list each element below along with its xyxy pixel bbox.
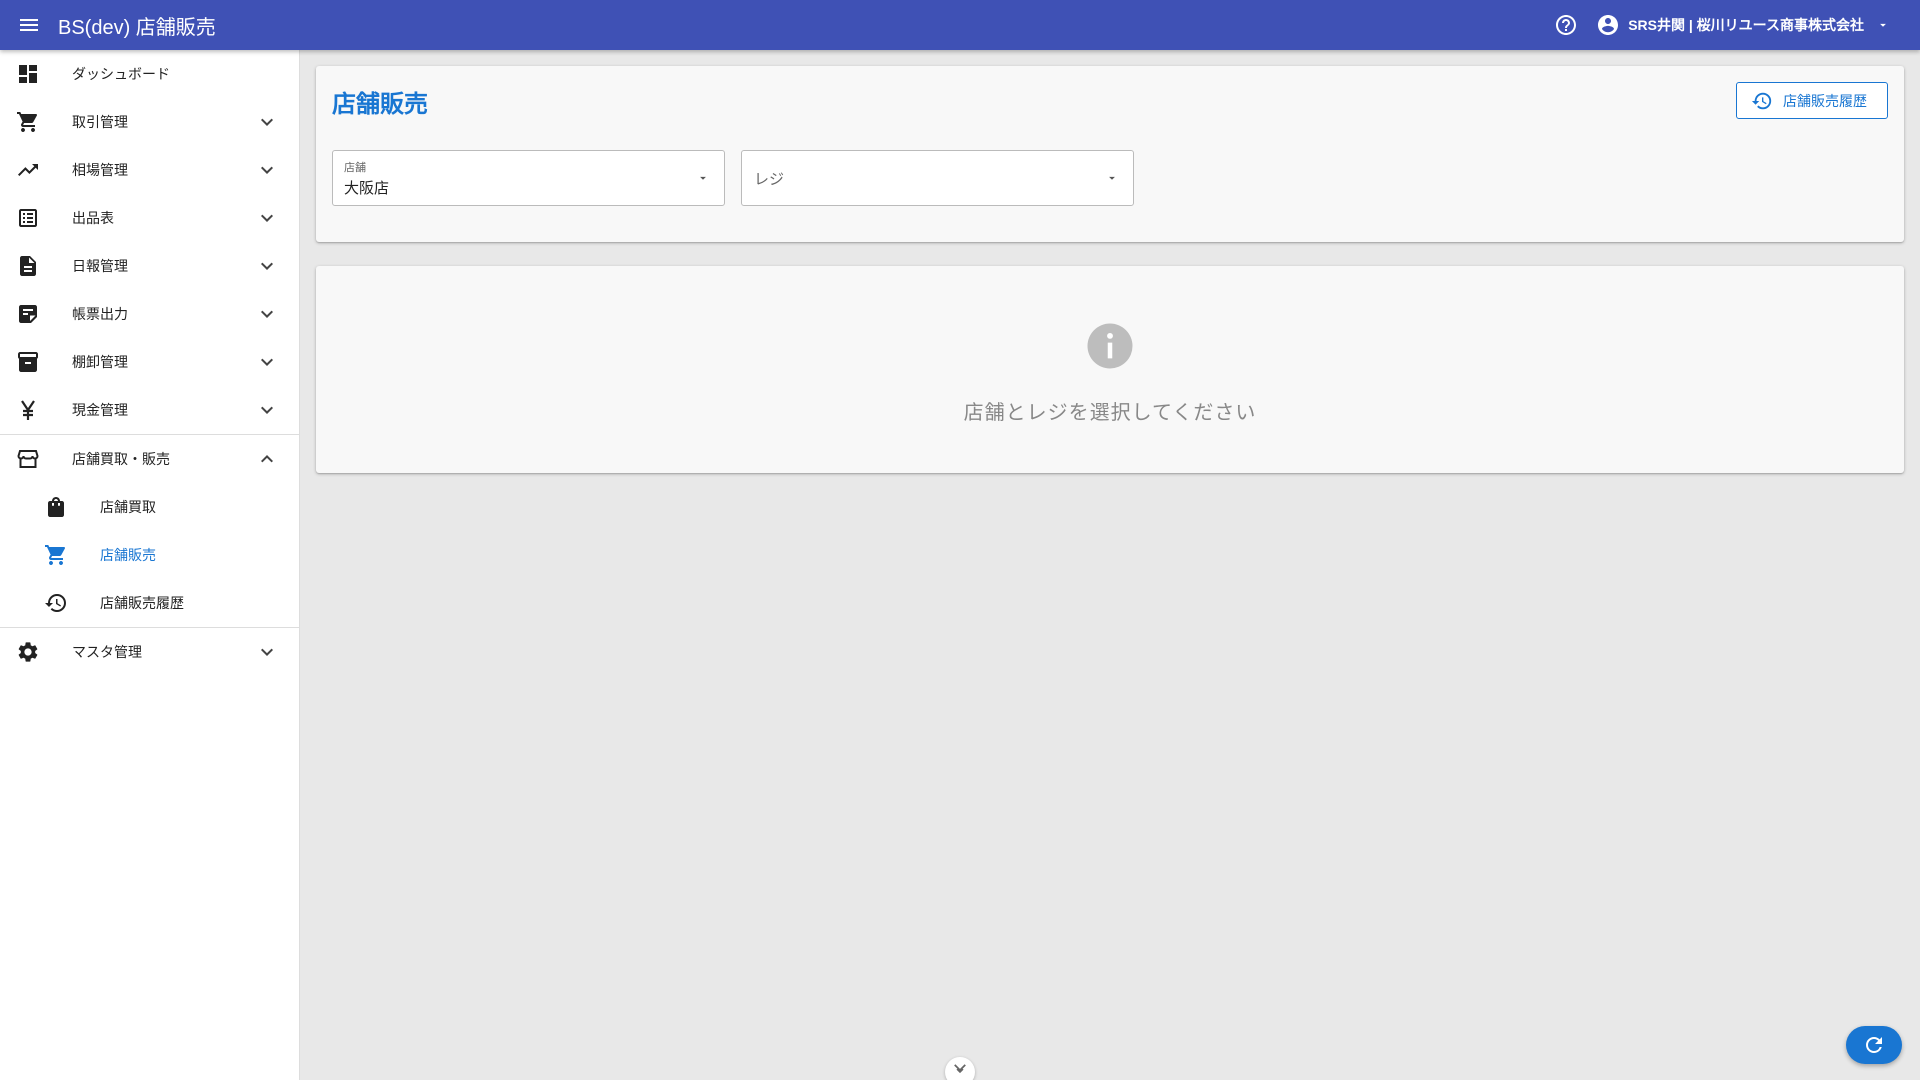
help-circle-icon (1556, 15, 1577, 35)
page-title: 店舗販売 (332, 91, 428, 118)
sidebar-item-label: 帳票出力 (72, 306, 128, 322)
app-bar: BS(dev) 店舗販売 SRS井関 | 桜川リユース商事株式会社 (0, 0, 1920, 50)
trending-up-icon (16, 158, 40, 182)
store-select-value: 大阪店 (344, 180, 390, 197)
sidebar-item-label: 出品表 (72, 210, 114, 226)
sidebar-item-store-buy-sell[interactable]: 店舗買取・販売 (0, 435, 299, 483)
sidebar-item-dashboard[interactable]: ダッシュボード (0, 50, 299, 98)
sidebar-item-cash[interactable]: 現金管理 (0, 386, 299, 434)
dashboard-icon (16, 62, 40, 86)
scroll-down-button[interactable] (945, 1057, 975, 1080)
account-name: SRS井関 | 桜川リユース商事株式会社 (1628, 17, 1864, 33)
sidebar-item-forms[interactable]: 帳票出力 (0, 290, 299, 338)
chevron-up-icon (255, 447, 279, 471)
document-icon (16, 254, 40, 278)
info-icon (1087, 323, 1133, 369)
report-icon (16, 302, 40, 326)
sidebar-item-daily-report[interactable]: 日報管理 (0, 242, 299, 290)
sidebar-subitem-store-sales[interactable]: 店舗販売 (0, 531, 299, 579)
gear-icon (16, 640, 40, 664)
chevron-down-icon (255, 302, 279, 326)
menu-button[interactable] (0, 0, 58, 50)
sidebar-item-label: 日報管理 (72, 258, 128, 274)
store-select[interactable]: 店舗 大阪店 (332, 150, 725, 206)
chevron-down-icon (255, 350, 279, 374)
refresh-icon (1866, 1037, 1882, 1053)
info-message: 店舗とレジを選択してください (963, 402, 1257, 424)
menu-icon (20, 19, 38, 31)
chevron-down-icon (255, 640, 279, 664)
sidebar-item-label: 店舗販売 (100, 547, 156, 563)
chevron-down-icon (255, 206, 279, 230)
cart-icon (44, 543, 68, 567)
sidebar-subitem-store-purchase[interactable]: 店舗買取 (0, 483, 299, 531)
sidebar: ダッシュボード 取引管理 相場管理 出品表 日報管理 帳票出力 棚卸管理 現金管… (0, 50, 300, 1080)
cart-icon (16, 110, 40, 134)
app-title: BS(dev) 店舗販売 (58, 16, 216, 39)
sidebar-item-listing[interactable]: 出品表 (0, 194, 299, 242)
sidebar-item-master[interactable]: マスタ管理 (0, 628, 299, 676)
sales-history-button-label: 店舗販売履歴 (1783, 92, 1867, 109)
account-menu[interactable]: SRS井関 | 桜川リユース商事株式会社 (1596, 5, 1890, 45)
sidebar-item-label: 相場管理 (72, 162, 128, 178)
sidebar-item-label: マスタ管理 (72, 644, 142, 660)
chevron-down-icon (255, 254, 279, 278)
archive-icon (16, 350, 40, 374)
register-select-placeholder: レジ (754, 171, 785, 188)
sidebar-item-label: 店舗買取・販売 (72, 451, 170, 467)
sidebar-item-label: 取引管理 (72, 114, 128, 130)
sidebar-item-label: 店舗買取 (100, 499, 156, 515)
yen-icon (16, 398, 40, 422)
caret-down-icon (696, 171, 710, 185)
sidebar-item-label: 棚卸管理 (72, 354, 128, 370)
sales-history-button[interactable]: 店舗販売履歴 (1736, 82, 1888, 119)
sidebar-item-label: ダッシュボード (72, 66, 170, 82)
info-card: 店舗とレジを選択してください (316, 266, 1904, 473)
history-icon (44, 591, 68, 615)
account-circle-icon (1598, 15, 1619, 35)
sidebar-item-market[interactable]: 相場管理 (0, 146, 299, 194)
caret-down-icon (1105, 171, 1119, 185)
chevron-down-icon (954, 1064, 966, 1074)
sidebar-item-inventory[interactable]: 棚卸管理 (0, 338, 299, 386)
sidebar-item-transactions[interactable]: 取引管理 (0, 98, 299, 146)
history-icon (1751, 92, 1772, 109)
chevron-down-icon (255, 110, 279, 134)
shopping-bag-icon (44, 495, 68, 519)
help-button[interactable] (1546, 5, 1586, 45)
store-select-label: 店舗 (344, 162, 366, 174)
sidebar-item-label: 現金管理 (72, 402, 128, 418)
chevron-down-icon (255, 398, 279, 422)
refresh-button[interactable] (1846, 1026, 1902, 1064)
store-icon (16, 447, 40, 471)
register-select[interactable]: レジ (741, 150, 1134, 206)
chevron-down-icon (255, 158, 279, 182)
filter-card: 店舗販売 店舗販売履歴 店舗 大阪店 レジ (316, 66, 1904, 242)
sidebar-item-label: 店舗販売履歴 (100, 595, 184, 611)
sidebar-subitem-store-sales-history[interactable]: 店舗販売履歴 (0, 579, 299, 627)
caret-down-icon (1876, 18, 1890, 32)
list-icon (16, 206, 40, 230)
